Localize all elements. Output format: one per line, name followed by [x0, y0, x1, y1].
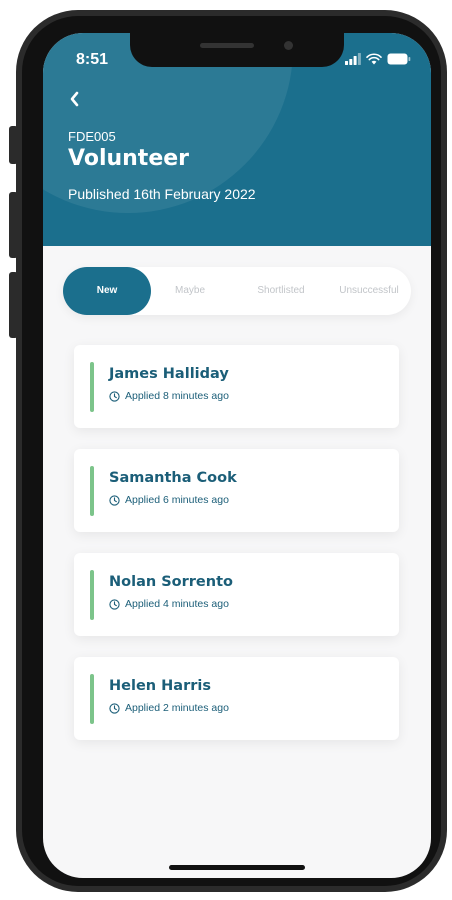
applicant-card[interactable]: James Halliday Applied 8 minutes ago [74, 345, 399, 428]
applied-time: Applied 4 minutes ago [125, 598, 229, 610]
applicant-name: James Halliday [109, 366, 229, 382]
tab-shortlisted[interactable]: Shortlisted [237, 267, 325, 315]
status-indicator [90, 570, 94, 620]
speaker-grille [200, 43, 254, 48]
page-title: Volunteer [68, 146, 190, 171]
wifi-icon [366, 53, 382, 65]
applicant-card[interactable]: Helen Harris Applied 2 minutes ago [74, 657, 399, 740]
clock-icon [109, 702, 120, 714]
tab-maybe[interactable]: Maybe [159, 267, 221, 315]
home-indicator[interactable] [169, 865, 305, 870]
applied-time: Applied 2 minutes ago [125, 702, 229, 714]
status-tabs: New Maybe Shortlisted Unsuccessful [63, 267, 411, 315]
tab-new[interactable]: New [63, 267, 151, 315]
applicant-card[interactable]: Samantha Cook Applied 6 minutes ago [74, 449, 399, 532]
status-indicator [90, 362, 94, 412]
clock-icon [109, 390, 120, 402]
signal-icon [345, 53, 361, 65]
clock-icon [109, 598, 120, 610]
tab-unsuccessful[interactable]: Unsuccessful [327, 267, 411, 315]
volume-up-button [9, 192, 18, 258]
clock-icon [109, 494, 120, 506]
battery-icon [387, 53, 411, 65]
applied-meta: Applied 6 minutes ago [109, 494, 229, 506]
phone-notch [130, 33, 344, 67]
applicant-name: Nolan Sorrento [109, 574, 233, 590]
job-code: FDE005 [68, 129, 116, 144]
status-indicator [90, 674, 94, 724]
status-time: 8:51 [76, 51, 109, 68]
applied-time: Applied 8 minutes ago [125, 390, 229, 402]
applied-meta: Applied 4 minutes ago [109, 598, 229, 610]
mute-switch [9, 126, 18, 164]
published-date: Published 16th February 2022 [68, 186, 256, 202]
chevron-left-icon[interactable] [65, 87, 89, 111]
status-indicator [90, 466, 94, 516]
applicant-name: Helen Harris [109, 678, 211, 694]
app-screen: 8:51 FDE005 Volunteer Published 16th Feb… [43, 33, 431, 878]
applied-time: Applied 6 minutes ago [125, 494, 229, 506]
applicant-card[interactable]: Nolan Sorrento Applied 4 minutes ago [74, 553, 399, 636]
camera-lens [284, 41, 293, 50]
applied-meta: Applied 8 minutes ago [109, 390, 229, 402]
status-icons [345, 53, 411, 65]
applicant-name: Samantha Cook [109, 470, 237, 486]
volume-down-button [9, 272, 18, 338]
applied-meta: Applied 2 minutes ago [109, 702, 229, 714]
